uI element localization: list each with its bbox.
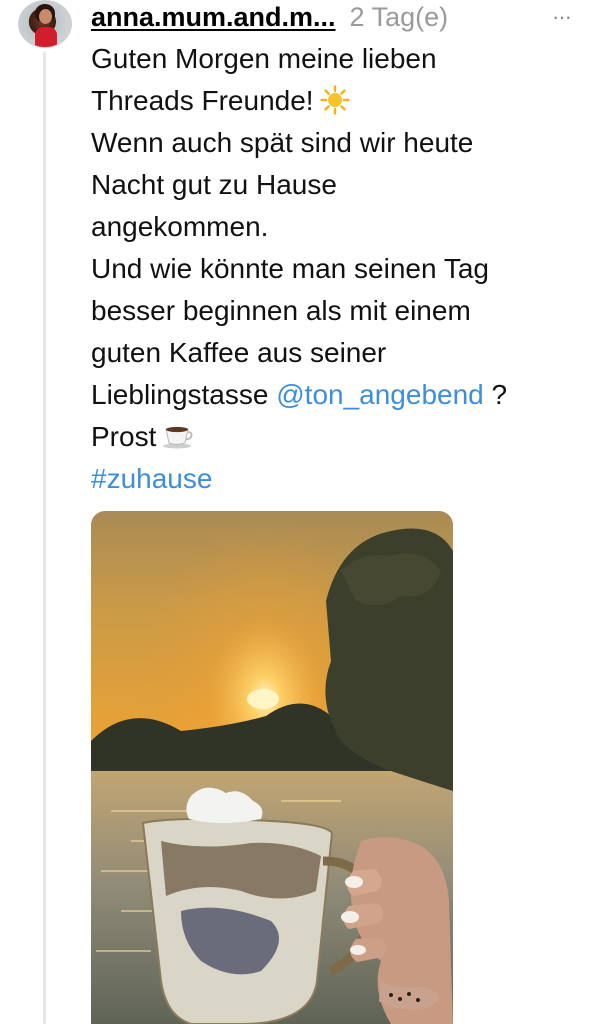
hashtag-link[interactable]: #zuhause (91, 463, 212, 494)
post-line: Threads Freunde! (91, 80, 571, 122)
post-line: Guten Morgen meine lieben (91, 43, 437, 74)
post-time: 2 Tag(e) (349, 1, 449, 32)
post-header: anna.mum.and.m... 2 Tag(e) ··· (91, 0, 572, 34)
post-line: #zuhause (91, 458, 571, 500)
thread-line (43, 52, 46, 1024)
avatar-dress (35, 27, 57, 47)
username[interactable]: anna.mum.and.m... (91, 2, 336, 33)
post-line: Prost (91, 416, 571, 458)
post-line: angekommen. (91, 211, 269, 242)
avatar[interactable] (18, 0, 72, 48)
post-line: besser beginnen als mit einem (91, 295, 471, 326)
post-line: guten Kaffee aus seiner (91, 337, 387, 368)
post-photo[interactable] (91, 511, 453, 1024)
mention-link[interactable]: @ton_angebend (276, 379, 484, 410)
more-options-icon[interactable]: ··· (552, 6, 572, 28)
post-line: Wenn auch spät sind wir heute (91, 127, 474, 158)
post-body: Guten Morgen meine lieben Threads Freund… (91, 38, 571, 500)
sun-emoji-icon (319, 85, 350, 115)
post-line: Nacht gut zu Hause (91, 169, 337, 200)
coffee-cup-emoji-icon (162, 419, 194, 449)
post-line: Und wie könnte man seinen Tag (91, 253, 489, 284)
avatar-face (39, 9, 52, 24)
post-line: Lieblingstasse @ton_angebend ? (91, 379, 508, 410)
mention-suffix: ? (491, 379, 508, 410)
